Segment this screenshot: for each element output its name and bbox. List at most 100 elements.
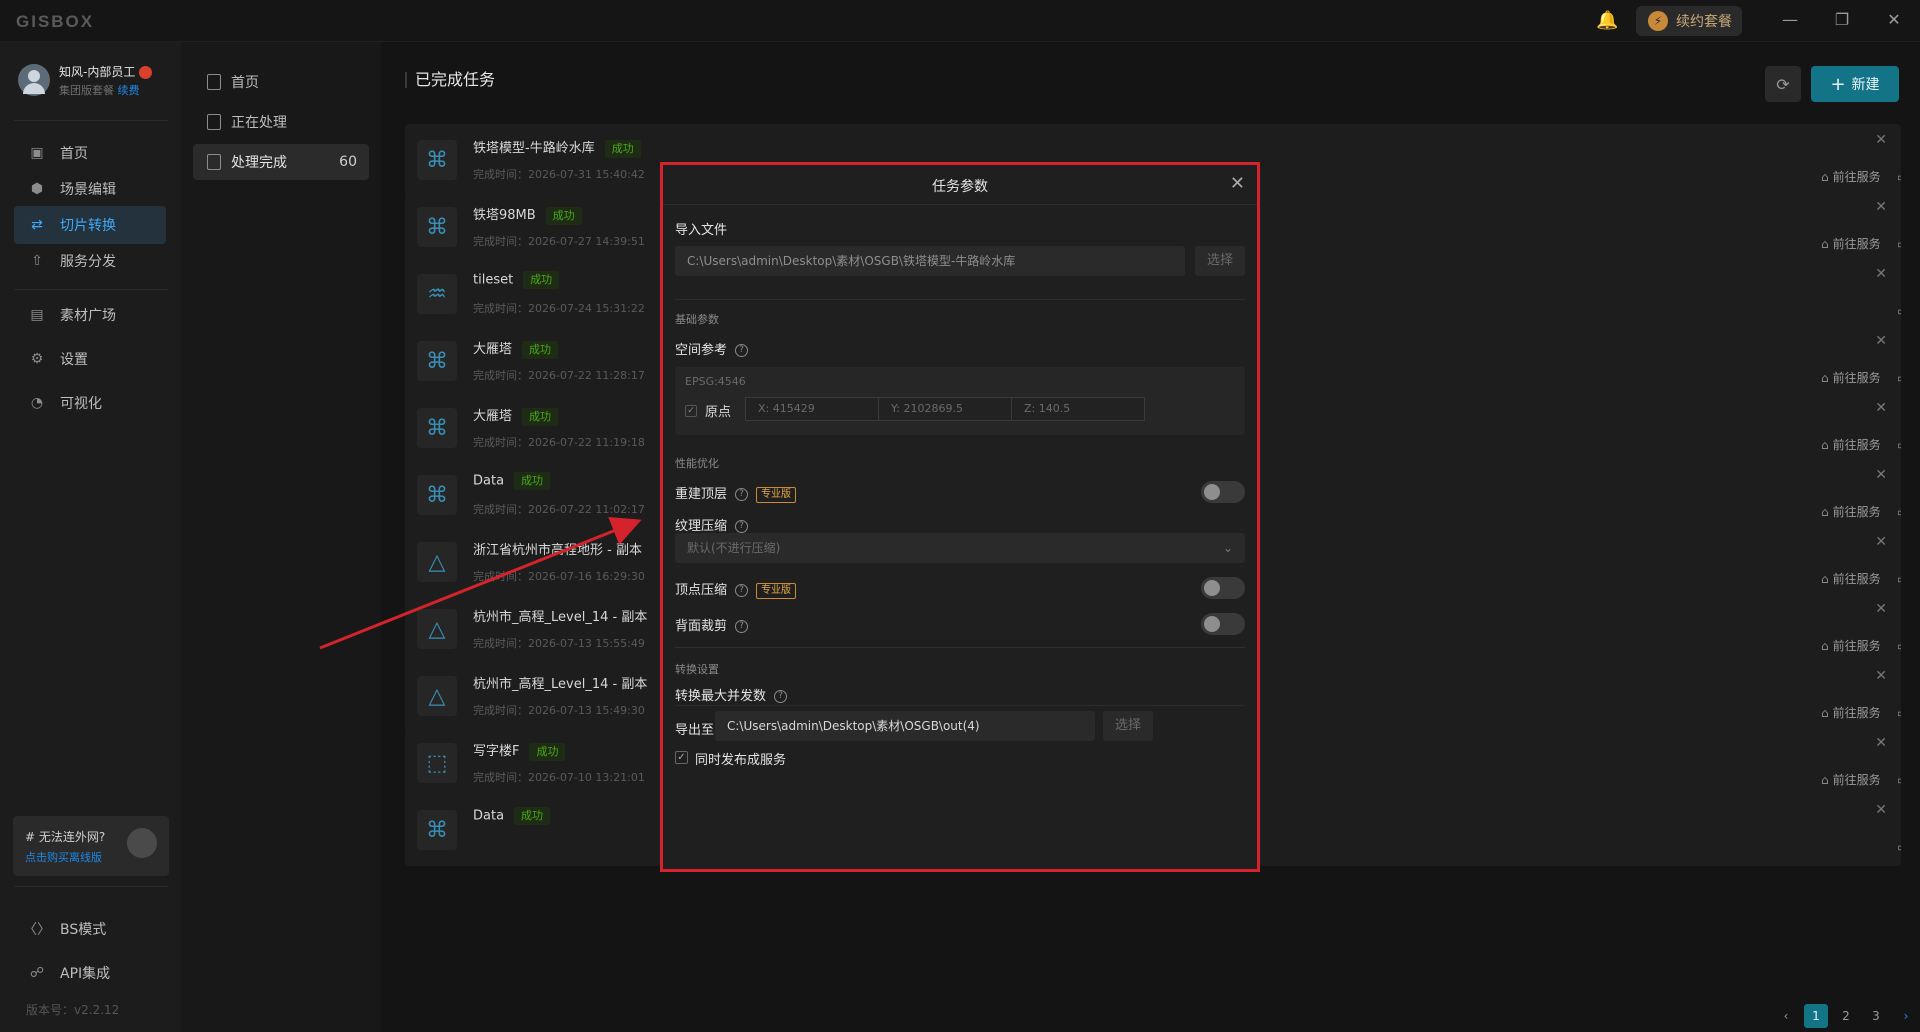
close-icon[interactable]: ✕ bbox=[1875, 802, 1887, 818]
page-button[interactable]: 3 bbox=[1864, 1004, 1888, 1028]
open-service-button[interactable]: ⌂ 前往服务 bbox=[1821, 771, 1881, 788]
origin-x-input[interactable]: X: 415429 bbox=[745, 397, 879, 421]
open-folder-button[interactable]: ▭打开文件夹 bbox=[1897, 436, 1901, 453]
subnav-item-processing[interactable]: 正在处理 bbox=[193, 104, 369, 140]
open-folder-button[interactable]: ▭打开文件夹 bbox=[1897, 637, 1901, 654]
close-icon[interactable]: ✕ bbox=[1875, 467, 1887, 483]
new-task-button[interactable]: + 新建 bbox=[1811, 66, 1899, 102]
open-service-label: 前往服务 bbox=[1832, 170, 1881, 184]
close-icon[interactable]: ✕ bbox=[1875, 400, 1887, 416]
open-service-label: 前往服务 bbox=[1832, 438, 1881, 452]
bell-icon[interactable]: 🔔 bbox=[1596, 10, 1618, 31]
subnav-item-home[interactable]: 首页 bbox=[193, 64, 369, 100]
open-folder-button[interactable]: ▭打开文件夹 bbox=[1897, 570, 1901, 587]
terrain-icon: △ bbox=[417, 542, 457, 582]
open-service-button[interactable]: ⌂ 前往服务 bbox=[1821, 570, 1881, 587]
close-icon[interactable]: ✕ bbox=[1230, 173, 1245, 194]
pagination: ‹ 1 2 3 › bbox=[1771, 1004, 1920, 1028]
vip-badge-icon bbox=[139, 66, 153, 79]
open-folder-button[interactable]: ▭打开文件夹 bbox=[1897, 704, 1901, 721]
prev-page-icon[interactable]: ‹ bbox=[1774, 1004, 1798, 1028]
next-page-icon[interactable]: › bbox=[1894, 1004, 1918, 1028]
page-button[interactable]: 2 bbox=[1834, 1004, 1858, 1028]
task-time: 完成时间：2026-07-16 16:29:30 bbox=[473, 570, 645, 583]
open-service-button[interactable]: ⌂ 前往服务 bbox=[1821, 704, 1881, 721]
concurrency-label: 转换最大并发数 bbox=[675, 689, 767, 704]
close-icon[interactable]: ✕ bbox=[1875, 668, 1887, 684]
export-choose-button[interactable]: 选择 bbox=[1103, 711, 1153, 741]
close-icon[interactable]: ✕ bbox=[1875, 735, 1887, 751]
open-folder-button[interactable]: ▭打开文件夹 bbox=[1897, 838, 1901, 855]
sidebar-item-api[interactable]: ☍ API集成 bbox=[14, 954, 166, 992]
sidebar-item-settings[interactable]: ⚙ 设置 bbox=[14, 340, 166, 378]
origin-y-input[interactable]: Y: 2102869.5 bbox=[878, 397, 1012, 421]
help-icon[interactable]: ? bbox=[735, 344, 749, 357]
terrain-icon: △ bbox=[417, 676, 457, 716]
close-icon[interactable]: ✕ bbox=[1875, 534, 1887, 550]
close-icon[interactable]: ✕ bbox=[1875, 333, 1887, 349]
publish-checkbox[interactable]: ✓ bbox=[675, 751, 688, 764]
renew-link[interactable]: 续费 bbox=[118, 84, 140, 97]
vertex-toggle[interactable] bbox=[1201, 577, 1245, 599]
service-icon: ⌂ bbox=[1821, 237, 1829, 251]
close-icon[interactable]: ✕ bbox=[1875, 199, 1887, 215]
promo-link[interactable]: 点击购买离线版 bbox=[25, 849, 102, 865]
sidebar-item-scene-edit[interactable]: ⬢ 场景编辑 bbox=[14, 170, 166, 208]
help-icon[interactable]: ? bbox=[735, 620, 749, 633]
help-icon[interactable]: ? bbox=[735, 584, 749, 597]
sidebar-item-service[interactable]: ⇧ 服务分发 bbox=[14, 242, 166, 280]
open-folder-button[interactable]: ▭打开文件夹 bbox=[1897, 168, 1901, 185]
open-service-button[interactable]: ⌂ 前往服务 bbox=[1821, 235, 1881, 252]
help-icon[interactable]: ? bbox=[735, 488, 749, 501]
backface-row: 背面裁剪? bbox=[675, 615, 749, 634]
sidebar-item-tile-convert[interactable]: ⇄ 切片转换 bbox=[14, 206, 166, 244]
subnav-item-completed[interactable]: 处理完成 60 bbox=[193, 144, 369, 180]
sidebar-item-assets[interactable]: ▤ 素材广场 bbox=[14, 296, 166, 334]
restore-icon[interactable]: ❐ bbox=[1830, 8, 1854, 32]
sidebar-item-bs-mode[interactable]: 〈〉 BS模式 bbox=[14, 910, 166, 948]
open-service-button[interactable]: ⌂ 前往服务 bbox=[1821, 369, 1881, 386]
origin-checkbox[interactable]: ✓ bbox=[685, 405, 697, 417]
backface-toggle[interactable] bbox=[1201, 613, 1245, 635]
import-path-input[interactable]: C:\Users\admin\Desktop\素材\OSGB\铁塔模型-牛路岭水… bbox=[675, 246, 1185, 276]
task-name: Data bbox=[473, 808, 505, 824]
service-icon: ⌂ bbox=[1821, 371, 1829, 385]
lightning-icon: ⚡ bbox=[1648, 11, 1668, 31]
user-profile[interactable]: 知风-内部员工 集团版套餐 续费 bbox=[18, 62, 168, 106]
close-icon[interactable]: ✕ bbox=[1875, 132, 1887, 148]
pro-badge: 专业版 bbox=[756, 582, 797, 599]
folder-icon: ▭ bbox=[1897, 773, 1901, 787]
open-folder-button[interactable]: ▭打开文件夹 bbox=[1897, 503, 1901, 520]
open-folder-button[interactable]: ▭打开文件夹 bbox=[1897, 771, 1901, 788]
close-window-icon[interactable]: ✕ bbox=[1882, 8, 1906, 32]
help-icon[interactable]: ? bbox=[735, 520, 749, 533]
open-service-button[interactable]: ⌂ 前往服务 bbox=[1821, 168, 1881, 185]
perf-section-title: 性能优化 bbox=[675, 457, 719, 470]
close-icon[interactable]: ✕ bbox=[1875, 601, 1887, 617]
task-name: tileset bbox=[473, 272, 514, 288]
service-icon: ⌂ bbox=[1821, 773, 1829, 787]
open-service-button[interactable]: ⌂ 前往服务 bbox=[1821, 503, 1881, 520]
folder-icon: ▭ bbox=[1897, 170, 1901, 184]
open-service-button[interactable]: ⌂ 前往服务 bbox=[1821, 637, 1881, 654]
origin-z-input[interactable]: Z: 140.5 bbox=[1011, 397, 1145, 421]
minimize-icon[interactable]: — bbox=[1778, 8, 1802, 32]
open-folder-button[interactable]: ▭打开文件夹 bbox=[1897, 235, 1901, 252]
close-icon[interactable]: ✕ bbox=[1875, 266, 1887, 282]
import-choose-button[interactable]: 选择 bbox=[1195, 246, 1245, 276]
version-text: 版本号：v2.2.12 bbox=[26, 1003, 120, 1017]
sidebar-item-home[interactable]: ▣ 首页 bbox=[14, 134, 166, 172]
open-folder-button[interactable]: ▭打开文件夹 bbox=[1897, 302, 1901, 319]
sidebar-item-visualize[interactable]: ◔ 可视化 bbox=[14, 384, 166, 422]
rebuild-toggle[interactable] bbox=[1201, 481, 1245, 503]
drone-icon: ⌘ bbox=[417, 341, 457, 381]
export-path-input[interactable]: C:\Users\admin\Desktop\素材\OSGB\out(4) bbox=[715, 711, 1095, 741]
page-button[interactable]: 1 bbox=[1804, 1004, 1828, 1028]
open-folder-button[interactable]: ▭打开文件夹 bbox=[1897, 369, 1901, 386]
texture-compression-select[interactable]: 默认(不进行压缩) ⌄ bbox=[675, 533, 1245, 563]
help-icon[interactable]: ? bbox=[774, 690, 788, 703]
offline-promo[interactable]: # 无法连外网? 点击购买离线版 bbox=[13, 816, 169, 876]
refresh-button[interactable]: ⟳ bbox=[1765, 66, 1801, 102]
renew-plan-button[interactable]: ⚡ 续约套餐 bbox=[1636, 6, 1742, 36]
open-service-button[interactable]: ⌂ 前往服务 bbox=[1821, 436, 1881, 453]
